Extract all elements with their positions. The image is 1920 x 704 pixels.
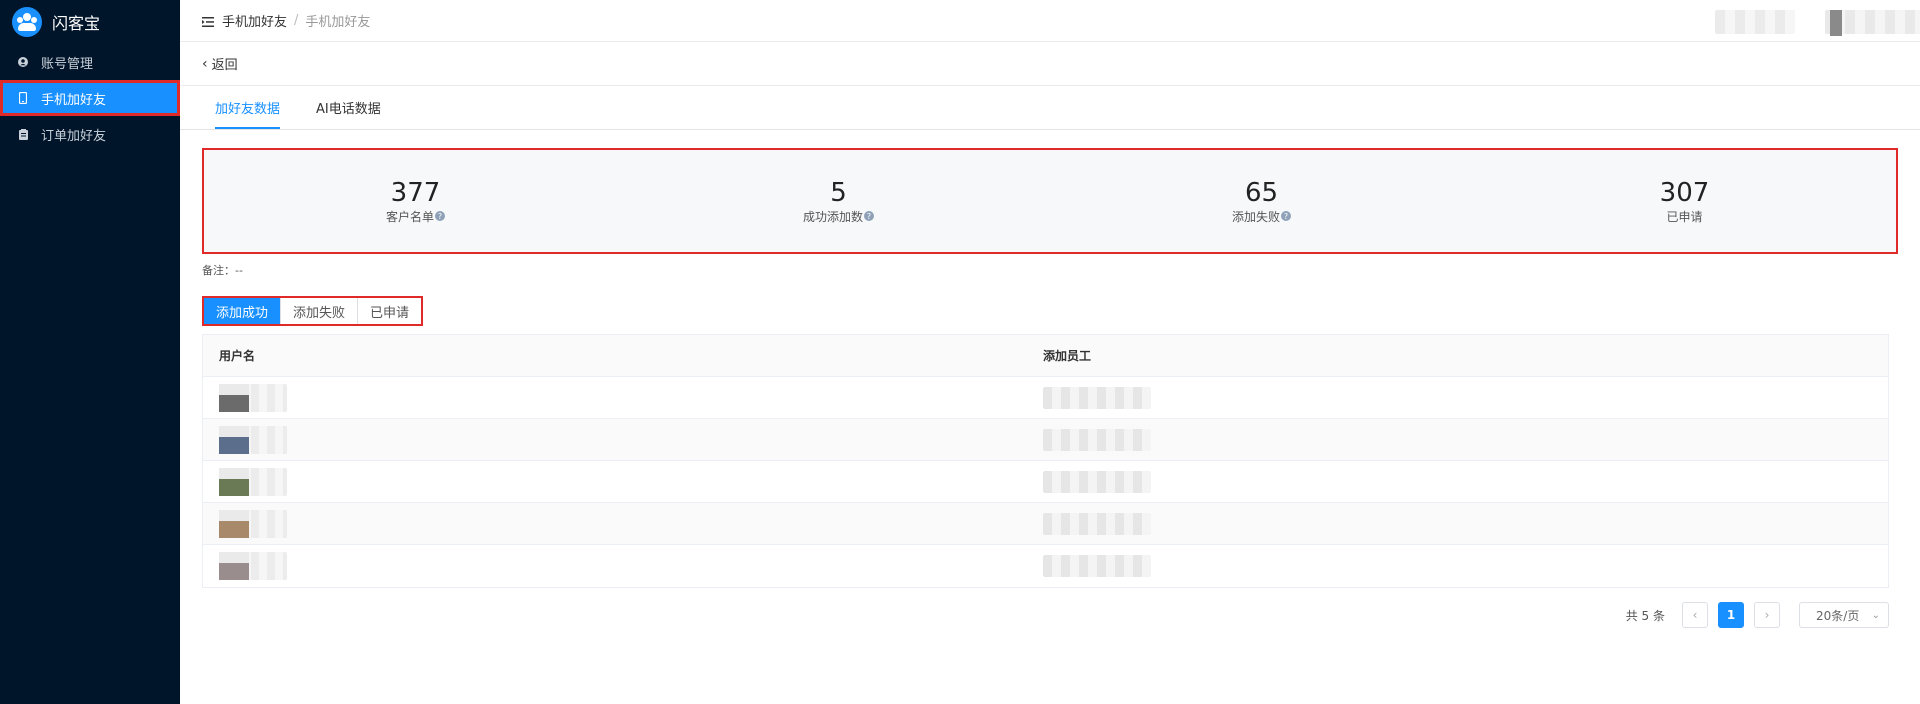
table-row bbox=[203, 503, 1888, 545]
page-size-select[interactable]: 20条/页 ⌄ bbox=[1799, 602, 1889, 628]
sidebar-item-order-add-friend[interactable]: 订单加好友 bbox=[0, 116, 180, 152]
column-header-staff: 添加员工 bbox=[1043, 349, 1092, 363]
pagination: 共 5 条 ‹ 1 › 20条/页 ⌄ bbox=[202, 602, 1889, 628]
stats-panel: 377 客户名单 ? 5 成功添加数 ? 65 添加失败 ? 307 已申请 bbox=[202, 148, 1898, 254]
stat-value: 5 bbox=[830, 177, 847, 208]
chevron-left-icon: ‹ bbox=[202, 55, 208, 72]
clipboard-icon bbox=[18, 128, 28, 140]
avatar bbox=[219, 383, 249, 412]
column-header-username: 用户名 bbox=[219, 349, 256, 363]
stat-customer-list: 377 客户名单 ? bbox=[204, 150, 627, 252]
next-page-button[interactable]: › bbox=[1754, 602, 1780, 628]
stat-label: 客户名单 bbox=[385, 209, 434, 224]
cell-username bbox=[203, 552, 1043, 580]
filter-added-success[interactable]: 添加成功 bbox=[204, 298, 282, 324]
table-header: 用户名 添加员工 bbox=[203, 335, 1888, 377]
prev-page-button[interactable]: ‹ bbox=[1682, 602, 1708, 628]
stat-added-failed: 65 添加失败 ? bbox=[1050, 150, 1473, 252]
page-button-current[interactable]: 1 bbox=[1718, 602, 1744, 628]
cell-staff bbox=[1043, 555, 1888, 577]
breadcrumb-current: 手机加好友 bbox=[305, 15, 371, 30]
sidebar-item-account[interactable]: 账号管理 bbox=[0, 44, 180, 80]
stat-label-row: 客户名单 ? bbox=[386, 208, 445, 225]
back-button[interactable]: ‹ 返回 bbox=[180, 42, 1920, 86]
phone-icon bbox=[18, 92, 28, 104]
cell-username bbox=[203, 383, 1043, 412]
redacted-staff bbox=[1043, 512, 1151, 535]
filter-applied[interactable]: 已申请 bbox=[358, 298, 422, 324]
status-filter-group: 添加成功 添加失败 已申请 bbox=[202, 296, 424, 326]
top-bar: 手机加好友 / 手机加好友 bbox=[180, 0, 1920, 42]
redacted-username bbox=[219, 425, 287, 454]
table-row bbox=[203, 461, 1888, 503]
cell-staff bbox=[1043, 512, 1888, 535]
sidebar-item-label: 账号管理 bbox=[41, 56, 94, 72]
table-row bbox=[203, 377, 1888, 419]
sidebar-item-phone-add-friend[interactable]: 手机加好友 bbox=[0, 80, 180, 116]
redacted-username bbox=[219, 383, 287, 412]
stat-applied: 307 已申请 bbox=[1473, 150, 1896, 252]
table-row bbox=[203, 419, 1888, 461]
logo: 闪客宝 bbox=[0, 0, 180, 44]
stat-value: 307 bbox=[1659, 177, 1710, 208]
avatar bbox=[219, 509, 249, 538]
breadcrumb-item[interactable]: 手机加好友 bbox=[222, 11, 287, 30]
chevron-down-icon: ⌄ bbox=[1871, 609, 1880, 621]
tab-add-friend-data[interactable]: 加好友数据 bbox=[215, 98, 281, 129]
redacted-staff bbox=[1043, 386, 1151, 409]
stat-value: 377 bbox=[390, 177, 441, 208]
stat-added-success: 5 成功添加数 ? bbox=[627, 150, 1050, 252]
redacted-username bbox=[219, 509, 287, 538]
filter-added-failed[interactable]: 添加失败 bbox=[281, 298, 359, 324]
stat-label-row: 添加失败 ? bbox=[1232, 208, 1291, 225]
stat-label-row: 成功添加数 ? bbox=[803, 208, 874, 225]
logo-icon bbox=[12, 7, 42, 37]
cell-username bbox=[203, 425, 1043, 454]
table-body bbox=[203, 377, 1888, 587]
redacted-avatar[interactable] bbox=[1825, 10, 1920, 36]
friend-table: 用户名 添加员工 bbox=[202, 334, 1889, 588]
content: 377 客户名单 ? 5 成功添加数 ? 65 添加失败 ? 307 已申请 备… bbox=[180, 130, 1920, 628]
chevron-left-icon: ‹ bbox=[1692, 608, 1698, 622]
sidebar-item-label: 订单加好友 bbox=[41, 128, 107, 144]
page-size-value: 20条/页 bbox=[1816, 608, 1860, 623]
help-icon[interactable]: ? bbox=[435, 211, 445, 221]
stat-value: 65 bbox=[1244, 177, 1279, 208]
main-area: 手机加好友 / 手机加好友 ‹ 返回 加好友数据 AI电话数据 377 客户名单… bbox=[180, 0, 1920, 704]
stat-label: 成功添加数 bbox=[802, 209, 863, 224]
sidebar-item-label: 手机加好友 bbox=[41, 92, 107, 108]
avatar bbox=[219, 552, 249, 580]
redacted-username bbox=[219, 552, 287, 580]
user-circle-icon bbox=[18, 56, 28, 68]
back-label: 返回 bbox=[211, 58, 238, 73]
stat-label: 添加失败 bbox=[1231, 209, 1280, 224]
sidebar: 闪客宝 账号管理 手机加好友 订单加好友 bbox=[0, 0, 180, 704]
help-icon[interactable]: ? bbox=[1281, 211, 1291, 221]
help-icon[interactable]: ? bbox=[864, 211, 874, 221]
redacted-username bbox=[219, 467, 287, 496]
tab-bar: 加好友数据 AI电话数据 bbox=[180, 86, 1920, 130]
table-row bbox=[203, 545, 1888, 587]
cell-staff bbox=[1043, 386, 1888, 409]
pagination-total: 共 5 条 bbox=[1625, 608, 1665, 623]
avatar bbox=[219, 467, 249, 496]
avatar bbox=[219, 425, 249, 454]
redacted-staff bbox=[1043, 428, 1151, 451]
note-text: 备注：-- bbox=[202, 264, 243, 277]
app-name: 闪客宝 bbox=[52, 14, 101, 33]
cell-staff bbox=[1043, 470, 1888, 493]
breadcrumb-separator: / bbox=[294, 13, 299, 28]
cell-staff bbox=[1043, 428, 1888, 451]
stat-label: 已申请 bbox=[1666, 209, 1703, 224]
redacted-staff bbox=[1043, 555, 1151, 577]
menu-fold-icon[interactable] bbox=[202, 16, 216, 27]
redacted-staff bbox=[1043, 470, 1151, 493]
tab-ai-call-data[interactable]: AI电话数据 bbox=[316, 98, 381, 129]
redacted-user-info bbox=[1715, 10, 1795, 34]
chevron-right-icon: › bbox=[1764, 608, 1770, 622]
cell-username bbox=[203, 509, 1043, 538]
stat-label-row: 已申请 bbox=[1666, 208, 1702, 225]
cell-username bbox=[203, 467, 1043, 496]
